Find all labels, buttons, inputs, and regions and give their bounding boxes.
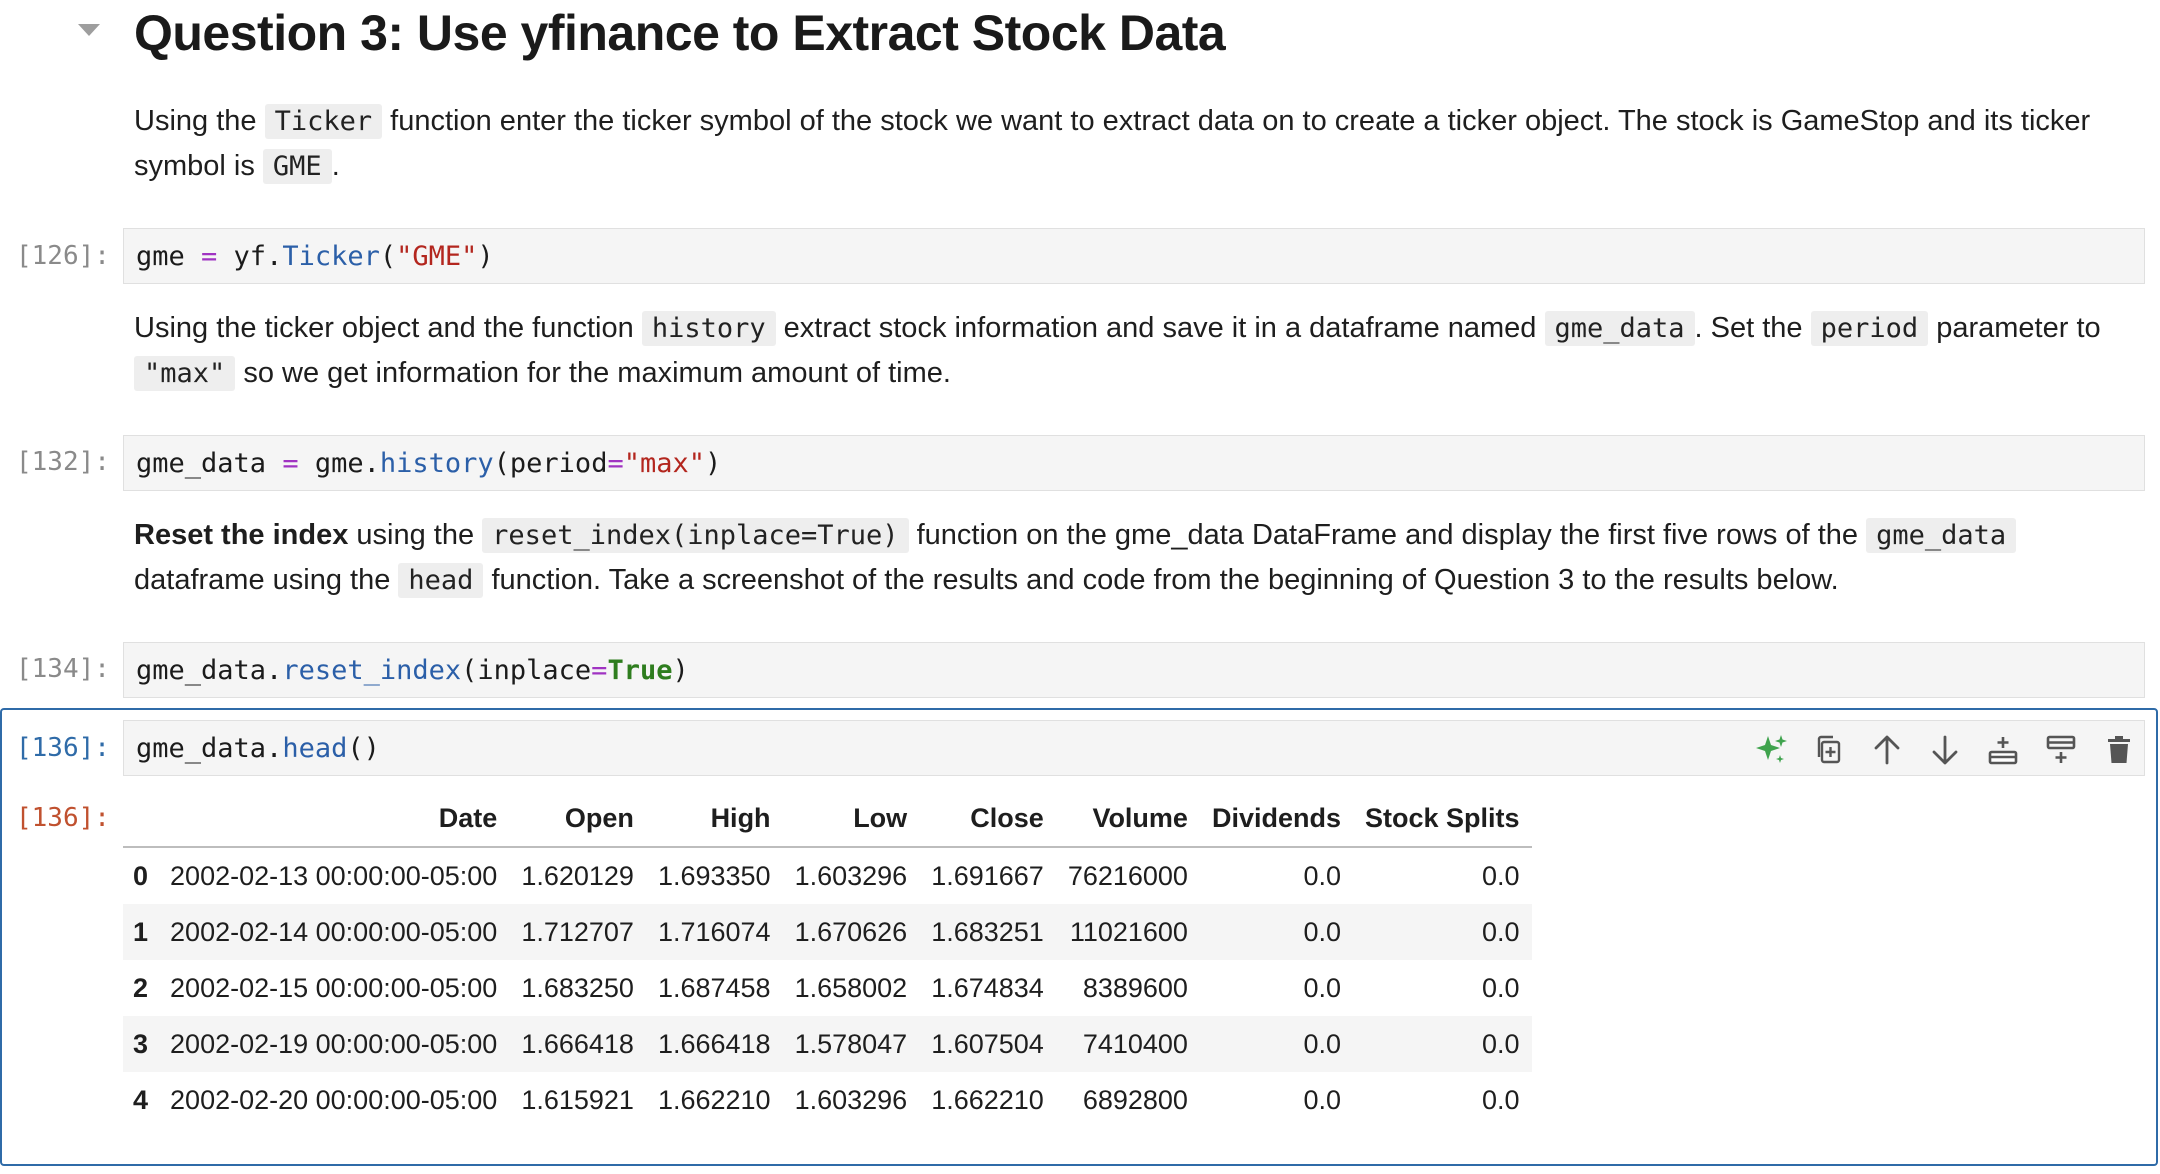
table-cell: 1.603296 bbox=[794, 1084, 908, 1115]
table-cell: 1.693350 bbox=[657, 860, 771, 891]
insert-below-icon[interactable] bbox=[1974, 730, 2032, 770]
table-cell: 1.603296 bbox=[794, 860, 908, 891]
duplicate-icon[interactable] bbox=[1800, 730, 1858, 770]
table-row: 1 2002-02-14 00:00:00-05:00 1.712707 1.7… bbox=[123, 904, 1532, 960]
input-prompt: [132]: bbox=[16, 447, 110, 477]
inline-code: period bbox=[1810, 311, 1929, 346]
table-cell: 1.666418 bbox=[509, 1016, 646, 1072]
collapse-heading-caret-icon[interactable] bbox=[78, 24, 100, 36]
delete-icon[interactable] bbox=[2090, 730, 2148, 770]
table-cell: 0.0 bbox=[1352, 1016, 1532, 1072]
markdown-paragraph-1: Using the Ticker function enter the tick… bbox=[134, 104, 2091, 184]
table-header-row: Date Open High Low Close Volume Dividend… bbox=[123, 790, 1532, 848]
table-cell: 0.0 bbox=[1303, 972, 1341, 1003]
inline-code: GME bbox=[262, 149, 332, 184]
table-row: 4 2002-02-20 00:00:00-05:00 1.615921 1.6… bbox=[123, 1072, 1532, 1128]
table-cell: 7410400 bbox=[1055, 1016, 1200, 1072]
table-cell: 1.607504 bbox=[919, 1016, 1056, 1072]
insert-above-icon[interactable] bbox=[2032, 730, 2090, 770]
table-cell: 2002-02-14 00:00:00-05:00 bbox=[158, 904, 510, 960]
table-cell: 1.615921 bbox=[521, 1084, 634, 1115]
dataframe-output-table: Date Open High Low Close Volume Dividend… bbox=[123, 790, 1532, 1128]
column-header: High bbox=[645, 790, 783, 848]
code-editor-cell-2[interactable]: gme_data = gme.history(period="max") bbox=[123, 435, 2145, 491]
column-header: Open bbox=[509, 790, 646, 848]
table-cell: 0.0 bbox=[1352, 904, 1532, 960]
inline-code: gme_data bbox=[1866, 518, 2017, 553]
row-index: 2 bbox=[133, 972, 149, 1003]
table-row: 3 2002-02-19 00:00:00-05:00 1.666418 1.6… bbox=[123, 1016, 1532, 1072]
index-header bbox=[123, 790, 159, 848]
table-cell: 1.691667 bbox=[931, 860, 1044, 891]
inline-code: gme_data bbox=[1544, 311, 1695, 346]
table-cell: 2002-02-19 00:00:00-05:00 bbox=[158, 1016, 510, 1072]
table-cell: 1.716074 bbox=[645, 904, 783, 960]
column-header: Low bbox=[782, 790, 920, 848]
input-prompt-active: [136]: bbox=[16, 733, 110, 763]
table-cell: 2002-02-13 00:00:00-05:00 bbox=[170, 860, 498, 891]
table-cell: 1.662210 bbox=[931, 1084, 1044, 1115]
table-cell: 0.0 bbox=[1199, 904, 1353, 960]
row-index: 4 bbox=[133, 1084, 149, 1115]
sparkle-icon[interactable] bbox=[1742, 730, 1800, 770]
markdown-paragraph-2: Using the ticker object and the function… bbox=[134, 311, 2101, 391]
column-header: Date bbox=[158, 790, 510, 848]
table-cell: 2002-02-20 00:00:00-05:00 bbox=[170, 1084, 498, 1115]
table-cell: 8389600 bbox=[1082, 972, 1188, 1003]
table-row: 0 2002-02-13 00:00:00-05:00 1.620129 1.6… bbox=[123, 847, 1532, 904]
arrow-up-icon[interactable] bbox=[1858, 730, 1916, 770]
column-header: Volume bbox=[1055, 790, 1200, 848]
inline-code: reset_index(inplace=True) bbox=[482, 518, 909, 553]
table-cell: 0.0 bbox=[1481, 972, 1520, 1003]
output-prompt: [136]: bbox=[16, 803, 110, 833]
table-cell: 0.0 bbox=[1303, 1084, 1341, 1115]
cell-toolbar bbox=[1742, 730, 2148, 770]
code-editor-cell-3[interactable]: gme_data.reset_index(inplace=True) bbox=[123, 642, 2145, 698]
column-header: Dividends bbox=[1199, 790, 1353, 848]
table-row: 2 2002-02-15 00:00:00-05:00 1.683250 1.6… bbox=[123, 960, 1532, 1016]
row-index: 3 bbox=[123, 1016, 159, 1072]
arrow-down-icon[interactable] bbox=[1916, 730, 1974, 770]
table-cell: 1.683250 bbox=[521, 972, 634, 1003]
table-cell: 76216000 bbox=[1067, 860, 1188, 891]
input-prompt: [126]: bbox=[16, 241, 110, 271]
row-index: 1 bbox=[123, 904, 159, 960]
section-heading: Question 3: Use yfinance to Extract Stoc… bbox=[134, 5, 1226, 61]
table-cell: 1.658002 bbox=[794, 972, 908, 1003]
table-cell: 1.674834 bbox=[931, 972, 1044, 1003]
column-header: Stock Splits bbox=[1352, 790, 1532, 848]
table-cell: 1.620129 bbox=[521, 860, 634, 891]
markdown-paragraph-3: Reset the index using the reset_index(in… bbox=[134, 513, 2134, 603]
inline-code: "max" bbox=[134, 356, 236, 391]
inline-code: history bbox=[641, 311, 776, 346]
table-cell: 0.0 bbox=[1481, 1084, 1520, 1115]
table-cell: 0.0 bbox=[1199, 1016, 1353, 1072]
input-prompt: [134]: bbox=[16, 654, 110, 684]
code-editor-cell-1[interactable]: gme = yf.Ticker("GME") bbox=[123, 228, 2145, 284]
column-header: Close bbox=[919, 790, 1056, 848]
inline-code: Ticker bbox=[264, 104, 383, 139]
table-cell: 1.683251 bbox=[919, 904, 1056, 960]
table-cell: 1.670626 bbox=[782, 904, 920, 960]
table-cell: 1.666418 bbox=[645, 1016, 783, 1072]
table-cell: 2002-02-15 00:00:00-05:00 bbox=[170, 972, 498, 1003]
table-cell: 1.578047 bbox=[782, 1016, 920, 1072]
table-cell: 1.662210 bbox=[657, 1084, 771, 1115]
inline-code: head bbox=[398, 563, 484, 598]
table-cell: 0.0 bbox=[1481, 860, 1520, 891]
table-cell: 11021600 bbox=[1055, 904, 1200, 960]
table-cell: 1.687458 bbox=[657, 972, 771, 1003]
row-index: 0 bbox=[133, 860, 149, 891]
table-cell: 6892800 bbox=[1082, 1084, 1188, 1115]
table-cell: 0.0 bbox=[1303, 860, 1341, 891]
table-cell: 1.712707 bbox=[509, 904, 646, 960]
